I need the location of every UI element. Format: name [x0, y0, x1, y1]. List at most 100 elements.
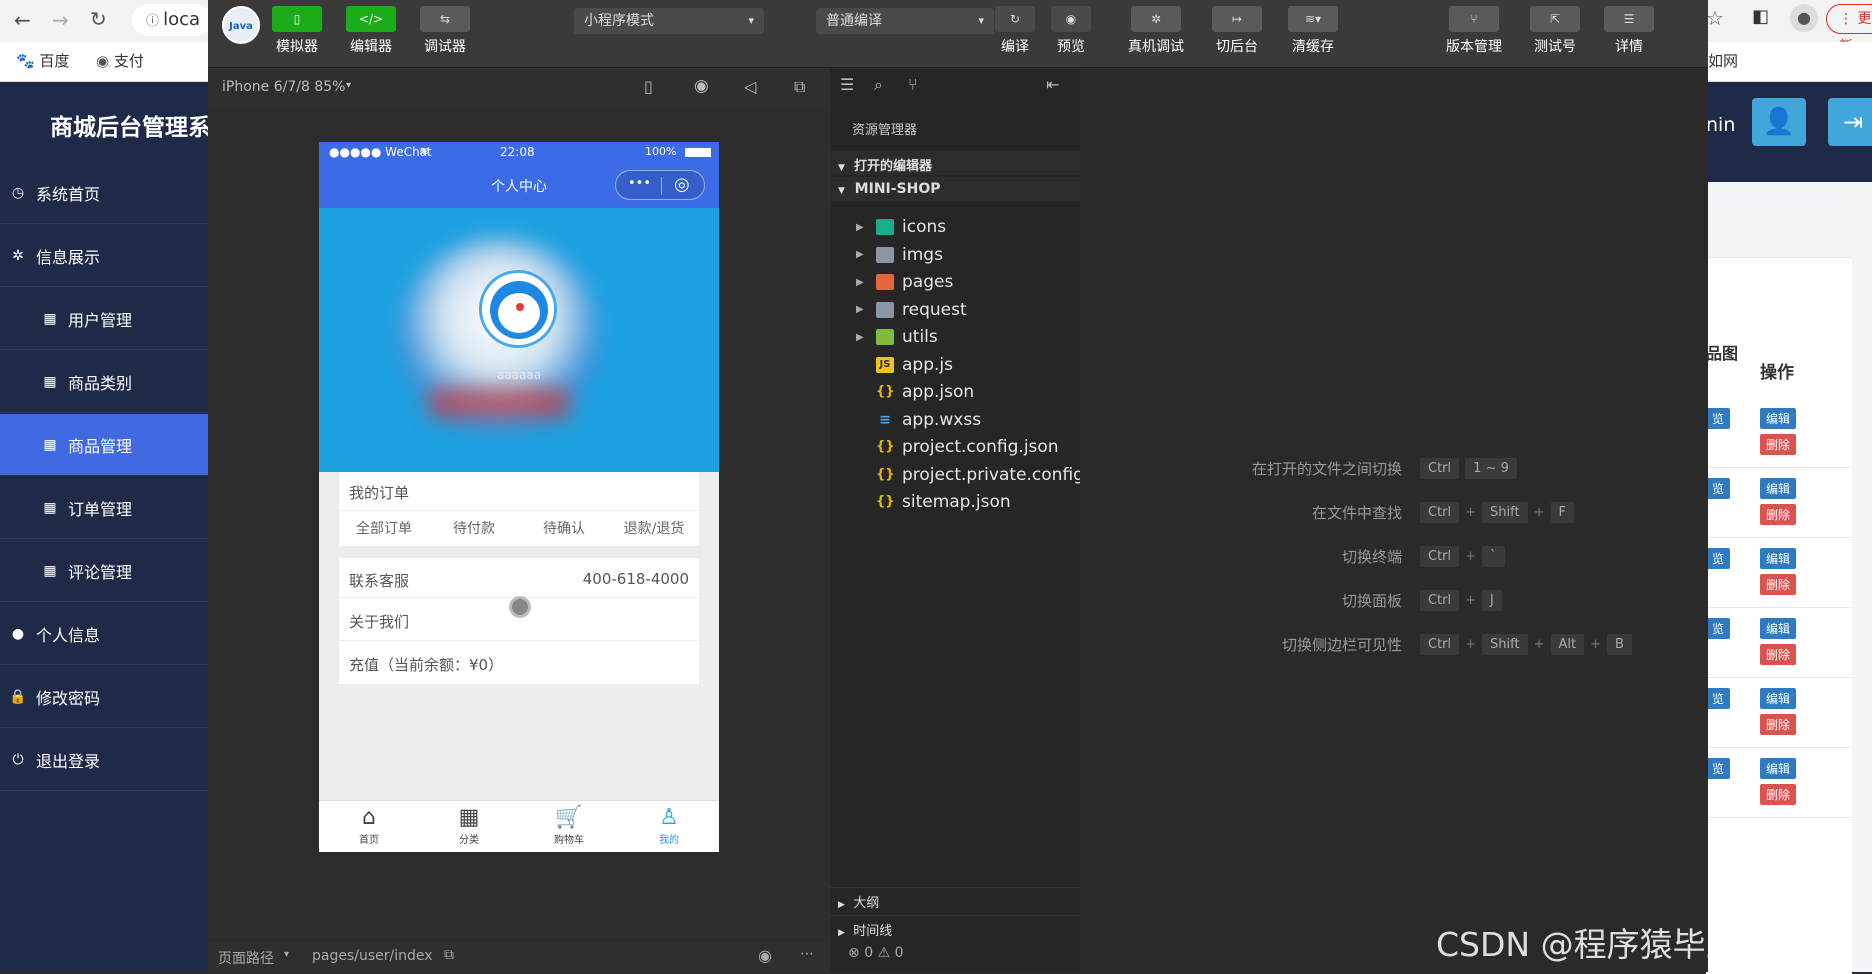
copy-icon[interactable]: ⧉ [444, 947, 454, 963]
star-icon[interactable]: ☆ [1706, 6, 1724, 30]
preview-button[interactable]: 览 [1706, 478, 1731, 499]
sidebar-item-0[interactable]: ◷ 系统首页 [0, 162, 210, 224]
tree-folder[interactable]: ▶ pages [830, 269, 953, 295]
preview-button[interactable]: 览 [1706, 408, 1731, 429]
address-bar[interactable]: ⓘ loca [132, 4, 212, 36]
sidebar-item-2[interactable]: ▦ 用户管理 [0, 288, 210, 350]
contact-service-row[interactable]: 联系客服 400-618-4000 [339, 558, 699, 598]
project-section[interactable]: ▼ MINI-SHOP [830, 177, 1080, 201]
more-dots-icon[interactable]: ⋯ [800, 946, 814, 962]
tree-file[interactable]: {} project.private.config... [830, 462, 1100, 488]
phone-rotate-icon[interactable]: ▯ [644, 77, 653, 96]
sidebar-item-9[interactable]: ⏻ 退出登录 [0, 729, 210, 791]
mode-select[interactable]: 小程序模式 [574, 8, 764, 34]
tree-folder[interactable]: ▶ icons [830, 214, 946, 240]
debugger-button[interactable]: ⇆ 调试器 [420, 6, 470, 56]
real-debug-button[interactable]: ✲ 真机调试 [1128, 6, 1184, 56]
outline-section[interactable]: ▶ 大纲 [830, 887, 1080, 911]
edit-button[interactable]: 编辑 [1760, 548, 1797, 569]
sidebar-item-6[interactable]: ▦ 评论管理 [0, 540, 210, 602]
delete-button[interactable]: 删除 [1760, 784, 1797, 805]
sidebar-item-7[interactable]: ● 个人信息 [0, 603, 210, 665]
tree-file[interactable]: {} app.json [830, 379, 974, 405]
volume-icon[interactable]: ◁ [744, 77, 756, 96]
tree-file[interactable]: ≡ app.wxss [830, 407, 981, 433]
close-circle-icon[interactable]: ◎ [674, 174, 690, 195]
page-path-arrow-icon[interactable]: ▾ [284, 949, 289, 960]
tree-folder[interactable]: ▶ request [830, 297, 967, 323]
preview-button[interactable]: 览 [1706, 618, 1731, 639]
sidebar-item-4[interactable]: ▦ 商品管理 [0, 414, 210, 476]
tree-folder[interactable]: ▶ imgs [830, 242, 943, 268]
tab-1[interactable]: ▦ 分类 [419, 801, 519, 852]
delete-button[interactable]: 删除 [1760, 504, 1797, 525]
delete-button[interactable]: 删除 [1760, 574, 1797, 595]
bookmark-baidu[interactable]: 🐾 百度 [16, 50, 69, 71]
page-path-label[interactable]: 页面路径 [218, 948, 274, 968]
preview-button[interactable]: 览 [1706, 688, 1731, 709]
capsule-menu[interactable]: ••• ◎ [615, 170, 705, 200]
preview-button[interactable]: 览 [1706, 758, 1731, 779]
user-avatar[interactable] [479, 270, 557, 348]
delete-button[interactable]: 删除 [1760, 714, 1797, 735]
clear-cache-button[interactable]: ≋▾ 清缓存 [1288, 6, 1338, 56]
background-button[interactable]: ↦ 切后台 [1212, 6, 1262, 56]
edit-button[interactable]: 编辑 [1760, 618, 1797, 639]
order-tab[interactable]: 退款/退货 [609, 518, 699, 542]
record-icon[interactable]: ◉ [694, 76, 709, 96]
sidebar-item-5[interactable]: ▦ 订单管理 [0, 477, 210, 539]
edit-button[interactable]: 编辑 [1760, 478, 1797, 499]
collapse-panel-icon[interactable]: ⇤ [1046, 75, 1059, 94]
more-icon[interactable]: ••• [628, 176, 651, 191]
tree-file[interactable]: {} project.config.json [830, 434, 1059, 460]
list-icon[interactable]: ☰ [840, 75, 854, 94]
tab-0[interactable]: ⌂ 首页 [319, 801, 419, 852]
version-button[interactable]: ⑂ 版本管理 [1446, 6, 1502, 56]
tab-2[interactable]: 🛒 购物车 [519, 801, 619, 852]
edit-button[interactable]: 编辑 [1760, 688, 1797, 709]
order-tab[interactable]: 待确认 [519, 518, 609, 542]
git-icon[interactable]: ⑂ [908, 75, 918, 94]
preview-button[interactable]: ◉ 预览 [1046, 6, 1096, 56]
simulator-button[interactable]: ▯ 模拟器 [272, 6, 322, 56]
logout-button[interactable]: ⇥ [1828, 98, 1872, 146]
open-editors-section[interactable]: ▼ 打开的编辑器 [830, 151, 1080, 175]
forward-icon[interactable]: → [52, 8, 69, 32]
delete-button[interactable]: 删除 [1760, 644, 1797, 665]
bookmark-pay[interactable]: ◉ 支付 [96, 50, 144, 71]
order-tab[interactable]: 全部订单 [339, 518, 429, 542]
tree-file[interactable]: {} sitemap.json [830, 489, 1011, 515]
device-select-arrow-icon[interactable]: ▾ [346, 80, 351, 91]
recharge-row[interactable]: 充值（当前余额：¥0） [339, 641, 699, 684]
timeline-section[interactable]: ▶ 时间线 [830, 915, 1080, 939]
back-icon[interactable]: ← [14, 8, 31, 32]
status-problems[interactable]: ⊗ 0 ⚠ 0 [848, 945, 904, 961]
sidebar-toggle-icon[interactable]: ◧ [1752, 6, 1769, 27]
sidebar-item-3[interactable]: ▦ 商品类别 [0, 351, 210, 413]
device-select[interactable]: iPhone 6/7/8 85% [222, 79, 345, 95]
bookmark-tail[interactable]: 如网 [1708, 50, 1738, 71]
edit-button[interactable]: 编辑 [1760, 758, 1797, 779]
compile-select[interactable]: 普通编译 [816, 8, 994, 34]
profile-avatar[interactable]: ● [1790, 4, 1818, 32]
order-tab[interactable]: 待付款 [429, 518, 519, 542]
delete-button[interactable]: 删除 [1760, 434, 1797, 455]
user-profile-button[interactable]: 👤 [1752, 98, 1806, 146]
update-button[interactable]: ⋮ 更新 [1826, 4, 1872, 55]
test-id-button[interactable]: ⇱ 测试号 [1530, 6, 1580, 56]
window-icon[interactable]: ⧉ [794, 77, 805, 97]
sidebar-item-1[interactable]: ✲ 信息展示 [0, 225, 210, 287]
tab-3[interactable]: ♙ 我的 [619, 801, 719, 852]
reload-icon[interactable]: ↻ [90, 7, 107, 31]
compile-button[interactable]: ↻ 编译 [990, 6, 1040, 56]
editor-button[interactable]: </> 编辑器 [346, 6, 396, 56]
eye-icon[interactable]: ◉ [758, 946, 772, 965]
edit-button[interactable]: 编辑 [1760, 408, 1797, 429]
sidebar-item-8[interactable]: 🔒 修改密码 [0, 666, 210, 728]
tree-folder[interactable]: ▶ utils [830, 324, 938, 350]
search-icon[interactable]: ⌕ [874, 75, 883, 95]
java-logo-avatar[interactable]: Java [222, 6, 260, 44]
details-button[interactable]: ☰ 详情 [1604, 6, 1654, 56]
tree-file[interactable]: JS app.js [830, 352, 953, 378]
preview-button[interactable]: 览 [1706, 548, 1731, 569]
